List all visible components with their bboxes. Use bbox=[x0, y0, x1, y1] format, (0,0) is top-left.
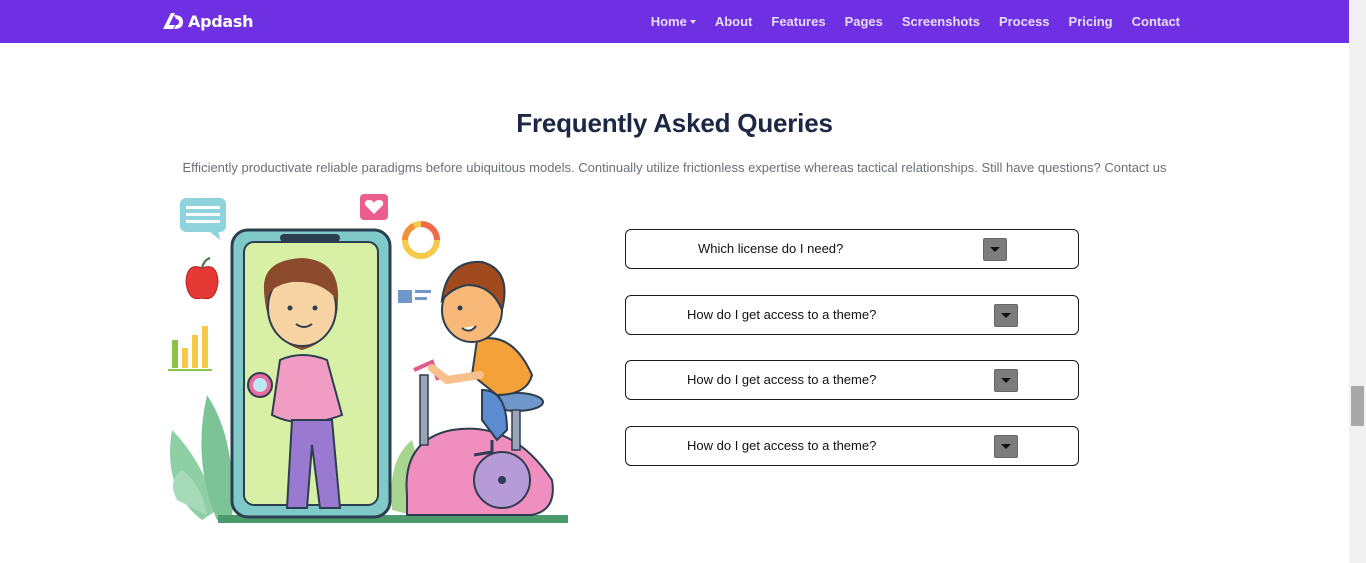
nav-item-process[interactable]: Process bbox=[999, 14, 1050, 29]
nav-item-home[interactable]: Home bbox=[651, 14, 696, 29]
chat-bubble-icon bbox=[180, 198, 226, 240]
faq-title: Frequently Asked Queries bbox=[516, 108, 833, 138]
nav-item-pricing[interactable]: Pricing bbox=[1069, 14, 1113, 29]
brand-name: Apdash bbox=[188, 11, 254, 31]
nav-item-pages[interactable]: Pages bbox=[845, 14, 883, 29]
chevron-down-icon[interactable] bbox=[994, 369, 1018, 392]
faq-question: Which license do I need? bbox=[698, 241, 844, 256]
faq-item[interactable]: How do I get access to a theme? bbox=[625, 360, 1079, 400]
leaves-left-icon bbox=[170, 395, 233, 520]
boy-character-icon bbox=[405, 260, 554, 516]
faq-item[interactable]: Which license do I need? bbox=[625, 229, 1079, 269]
faq-subtitle: Efficiently productivate reliable paradi… bbox=[0, 160, 1349, 175]
apple-icon bbox=[185, 257, 219, 300]
nav-item-label: Home bbox=[650, 14, 687, 29]
faq-subtitle-text: Efficiently productivate reliable paradi… bbox=[182, 160, 1101, 175]
faq-question: How do I get access to a theme? bbox=[687, 372, 877, 387]
nav-item-about[interactable]: About bbox=[715, 14, 753, 29]
note-icon bbox=[398, 290, 431, 303]
navbar: Apdash Home About Features Pages Screens… bbox=[0, 0, 1349, 43]
faq-item[interactable]: How do I get access to a theme? bbox=[625, 295, 1079, 335]
faq-illustration bbox=[168, 194, 568, 523]
page: Apdash Home About Features Pages Screens… bbox=[0, 0, 1366, 563]
nav-item-features[interactable]: Features bbox=[771, 14, 825, 29]
nav-item-screenshots[interactable]: Screenshots bbox=[902, 14, 980, 29]
faq-question: How do I get access to a theme? bbox=[687, 438, 877, 453]
contact-us-link[interactable]: Contact us bbox=[1104, 160, 1166, 175]
faq-question: How do I get access to a theme? bbox=[687, 307, 877, 322]
bar-chart-icon bbox=[168, 326, 212, 371]
main-nav: Home About Features Pages Screenshots Pr… bbox=[632, 0, 1180, 43]
nav-item-contact[interactable]: Contact bbox=[1132, 14, 1180, 29]
brand-logo[interactable]: Apdash bbox=[162, 8, 254, 34]
faq-item[interactable]: How do I get access to a theme? bbox=[625, 426, 1079, 466]
donut-chart-icon bbox=[402, 221, 440, 259]
chevron-down-icon[interactable] bbox=[994, 435, 1018, 458]
heart-icon bbox=[360, 194, 388, 220]
apdash-logo-icon bbox=[163, 13, 183, 29]
chevron-down-icon[interactable] bbox=[994, 304, 1018, 327]
caret-down-icon bbox=[689, 19, 696, 24]
chevron-down-icon[interactable] bbox=[983, 238, 1007, 261]
scrollbar-thumb[interactable] bbox=[1351, 386, 1364, 426]
page-scrollbar[interactable] bbox=[1349, 0, 1366, 563]
